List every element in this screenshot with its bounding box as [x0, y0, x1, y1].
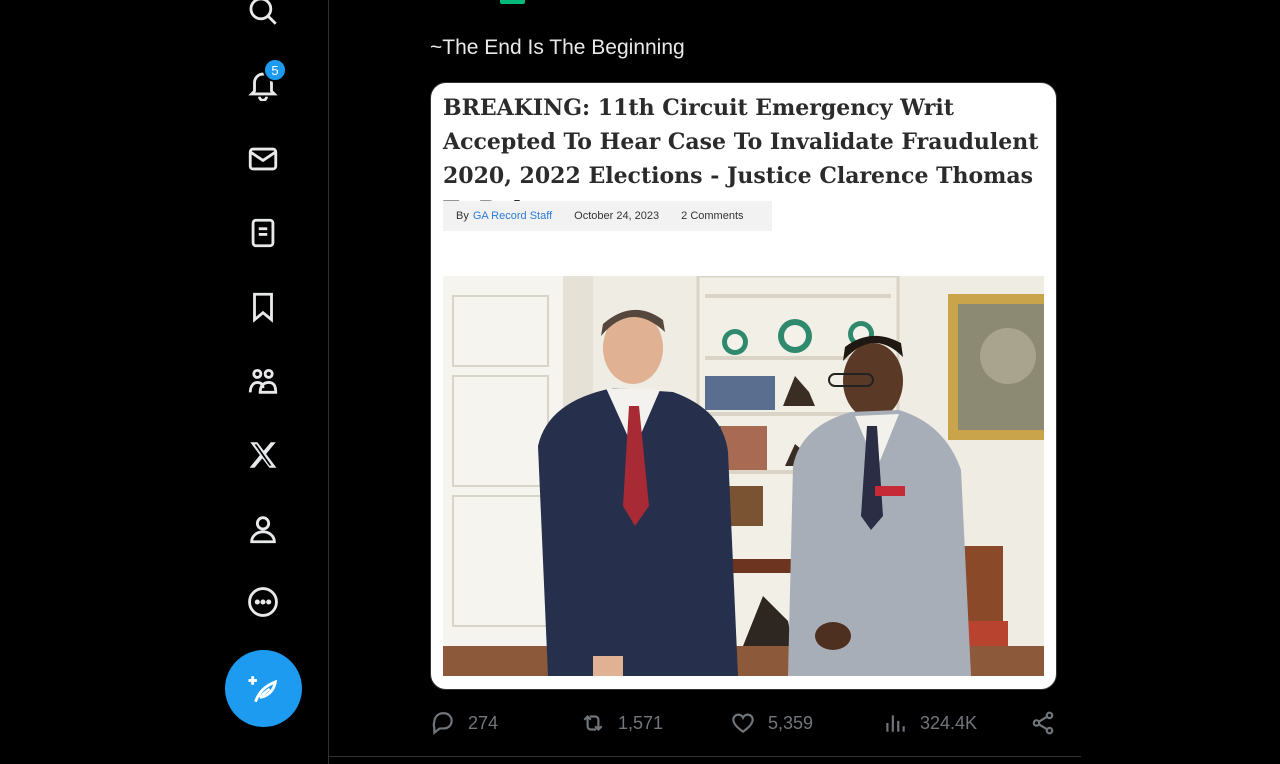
sidebar-nav: 5	[0, 0, 328, 764]
search-icon[interactable]	[244, 0, 282, 30]
repost-icon	[583, 714, 603, 732]
share-icon	[1032, 711, 1054, 735]
profile-icon[interactable]	[244, 510, 282, 548]
analytics-bars-icon	[886, 715, 905, 732]
lists-icon[interactable]	[244, 214, 282, 252]
article-date: October 24, 2023	[574, 210, 660, 222]
reply-button[interactable]: 274	[430, 706, 498, 740]
reply-count: 274	[468, 712, 499, 733]
article-photo	[443, 276, 1044, 676]
repost-button[interactable]: 1,571	[580, 706, 663, 740]
compose-post-button[interactable]	[225, 650, 302, 727]
views-button[interactable]: 324.4K	[882, 706, 977, 740]
bookmark-icon[interactable]	[244, 288, 282, 326]
sidebar-divider	[328, 0, 329, 764]
heart-icon	[732, 713, 754, 733]
tweet-media-image[interactable]: BREAKING: 11th Circuit Emergency Writ Ac…	[430, 82, 1057, 690]
like-count: 5,359	[768, 712, 814, 733]
tweet-action-bar: 274 1,571 5,359 324.4K	[430, 706, 1060, 740]
more-icon[interactable]	[244, 583, 282, 621]
feather-plus-icon	[247, 675, 277, 702]
communities-icon[interactable]	[244, 362, 282, 400]
messages-envelope-icon[interactable]	[244, 140, 282, 178]
tweet-bottom-divider	[328, 756, 1081, 757]
repost-count: 1,571	[618, 712, 664, 733]
reply-bubble-icon	[432, 712, 453, 736]
article-comments: 2 Comments	[681, 210, 744, 222]
byline-label: By	[456, 210, 469, 222]
view-count: 324.4K	[920, 712, 978, 733]
x-logo-icon[interactable]	[244, 436, 282, 474]
share-button[interactable]	[1030, 706, 1056, 740]
article-author: GA Record Staff	[472, 210, 553, 222]
notifications-badge: 5	[263, 58, 287, 82]
like-button[interactable]: 5,359	[730, 706, 813, 740]
status-chip	[500, 0, 525, 4]
tweet-text: ~The End Is The Beginning	[430, 36, 685, 59]
article-meta: By GA Record Staff October 24, 2023 2 Co…	[443, 201, 772, 231]
